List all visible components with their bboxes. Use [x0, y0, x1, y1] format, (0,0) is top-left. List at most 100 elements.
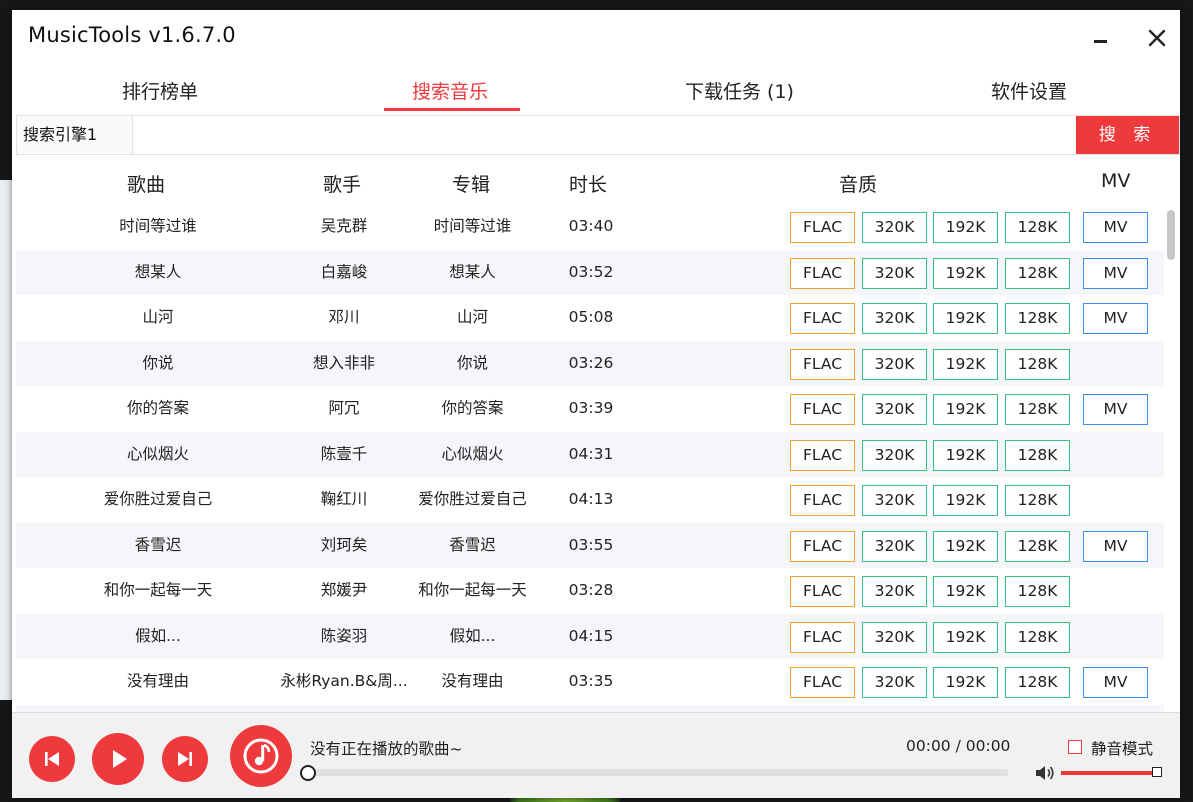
quality-128k-button[interactable]: 128K [1005, 439, 1070, 471]
column-header-quality: 音质 [839, 174, 878, 196]
search-engine-select[interactable]: 搜索引擎1 [17, 116, 133, 154]
album-cell: 香雪迟 [449, 535, 496, 554]
flac-button[interactable]: FLAC [790, 348, 855, 380]
previous-button[interactable] [29, 736, 75, 782]
quality-320k-button[interactable]: 320K [862, 667, 927, 698]
progress-track[interactable] [308, 769, 1008, 776]
quality-192k-button[interactable]: 192K [933, 621, 998, 653]
quality-320k-button[interactable]: 320K [862, 485, 927, 516]
quality-192k-button[interactable]: 192K [933, 439, 998, 471]
quality-320k-button[interactable]: 320K [862, 257, 927, 289]
search-input[interactable] [134, 116, 1074, 154]
table-row[interactable]: FLAC320K192K128K [16, 704, 1164, 712]
flac-button[interactable]: FLAC [790, 257, 855, 289]
quality-320k-button[interactable]: 320K [862, 394, 927, 425]
next-button[interactable] [162, 736, 208, 782]
album-cell: 想某人 [449, 262, 496, 281]
quality-128k-button[interactable]: 128K [1005, 303, 1070, 334]
table-row[interactable]: 假如... 陈姿羽 假如... 04:15 FLAC 320K 192K 128K [16, 613, 1164, 659]
flac-button[interactable]: FLAC [790, 576, 855, 607]
volume-handle[interactable] [1152, 767, 1162, 777]
table-row[interactable]: 香雪迟 刘珂矣 香雪迟 03:55 FLAC 320K 192K 128K MV [16, 522, 1164, 568]
table-row[interactable]: 想某人 白嘉峻 想某人 03:52 FLAC 320K 192K 128K MV [16, 249, 1164, 295]
volume-button[interactable] [1034, 763, 1056, 783]
quality-128k-button[interactable]: 128K [1005, 485, 1070, 516]
play-button[interactable] [92, 733, 144, 785]
table-row[interactable]: 和你一起每一天 郑媛尹 和你一起每一天 03:28 FLAC 320K 192K 128K [16, 568, 1164, 614]
duration-cell: 03:26 [568, 353, 614, 372]
time-display: 00:00 / 00:00 [906, 737, 1011, 755]
table-row[interactable]: 时间等过谁 吴克群 时间等过谁 03:40 FLAC 320K 192K 128K MV [16, 204, 1164, 250]
quality-192k-button[interactable]: 192K [933, 303, 998, 334]
table-row[interactable]: 没有理由 永彬Ryan.B&周... 没有理由 03:35 FLAC 320K 192K 12… [16, 659, 1164, 705]
flac-button[interactable]: FLAC [790, 394, 855, 425]
search-button[interactable]: 搜 索 [1076, 116, 1179, 154]
song-cell: 香雪迟 [134, 535, 182, 554]
quality-128k-button[interactable]: 128K [1005, 621, 1070, 653]
quality-192k-button[interactable]: 192K [933, 485, 998, 516]
flac-button[interactable]: FLAC [790, 530, 855, 562]
quality-320k-button[interactable]: 320K [862, 212, 927, 243]
mv-button[interactable]: MV [1083, 394, 1148, 425]
album-cover[interactable] [230, 725, 292, 787]
quality-128k-button[interactable]: 128K [1005, 667, 1070, 698]
player-bar: 没有正在播放的歌曲~ 00:00 / 00:00 静音模式 [12, 712, 1180, 798]
quality-128k-button[interactable]: 128K [1005, 257, 1070, 289]
quality-320k-button[interactable]: 320K [862, 530, 927, 562]
artist-cell: 刘珂矣 [320, 535, 368, 554]
quality-128k-button[interactable]: 128K [1005, 212, 1070, 243]
flac-button[interactable]: FLAC [790, 439, 855, 471]
scrollbar-thumb[interactable] [1167, 210, 1175, 260]
mv-button[interactable]: MV [1083, 667, 1148, 698]
table-row[interactable]: 爱你胜过爱自己 鞠红川 爱你胜过爱自己 04:13 FLAC 320K 192K 128K [16, 477, 1164, 523]
quality-320k-button[interactable]: 320K [862, 348, 927, 380]
close-icon [1148, 29, 1166, 47]
table-row[interactable]: 你说 想入非非 你说 03:26 FLAC 320K 192K 128K [16, 340, 1164, 386]
table-row[interactable]: 心似烟火 陈壹千 心似烟火 04:31 FLAC 320K 192K 128K [16, 431, 1164, 477]
tab-search[interactable]: 搜索音乐 [412, 77, 488, 104]
mute-checkbox[interactable] [1068, 740, 1082, 754]
quality-192k-button[interactable]: 192K [933, 576, 998, 607]
mv-button[interactable]: MV [1083, 212, 1148, 243]
flac-button[interactable]: FLAC [790, 485, 855, 516]
duration-cell: 03:28 [568, 581, 614, 599]
minimize-button[interactable] [1080, 22, 1120, 54]
mv-button[interactable]: MV [1083, 257, 1148, 289]
quality-320k-button[interactable]: 320K [862, 439, 927, 471]
table-row[interactable]: 山河 邓川 山河 05:08 FLAC 320K 192K 128K MV [16, 295, 1164, 341]
quality-192k-button[interactable]: 192K [933, 530, 998, 562]
vertical-scrollbar[interactable] [1166, 204, 1178, 712]
quality-128k-button[interactable]: 128K [1005, 530, 1070, 562]
column-header-album: 专辑 [452, 174, 491, 196]
flac-button[interactable]: FLAC [790, 212, 855, 243]
mv-button[interactable]: MV [1083, 530, 1148, 562]
quality-192k-button[interactable]: 192K [933, 257, 998, 289]
column-header-song: 歌曲 [127, 174, 166, 196]
flac-button[interactable]: FLAC [790, 303, 855, 334]
quality-192k-button[interactable]: 192K [933, 348, 998, 380]
tab-settings[interactable]: 软件设置 [991, 77, 1067, 104]
quality-192k-button[interactable]: 192K [933, 667, 998, 698]
quality-192k-button[interactable]: 192K [933, 212, 998, 243]
song-cell: 想某人 [134, 262, 182, 281]
quality-128k-button[interactable]: 128K [1005, 394, 1070, 425]
quality-320k-button[interactable]: 320K [862, 576, 927, 607]
tab-downloads[interactable]: 下载任务 (1) [685, 77, 794, 104]
flac-button[interactable]: FLAC [790, 667, 855, 698]
quality-320k-button[interactable]: 320K [862, 621, 927, 653]
mv-button[interactable]: MV [1083, 303, 1148, 334]
progress-handle[interactable] [300, 765, 316, 781]
quality-320k-button[interactable]: 320K [862, 303, 927, 334]
quality-128k-button[interactable]: 128K [1005, 348, 1070, 380]
table-row[interactable]: 你的答案 阿冗 你的答案 03:39 FLAC 320K 192K 128K MV [16, 386, 1164, 432]
close-button[interactable] [1137, 20, 1177, 56]
tab-charts[interactable]: 排行榜单 [122, 77, 198, 104]
quality-128k-button[interactable]: 128K [1005, 576, 1070, 607]
album-cell: 假如... [449, 626, 496, 645]
volume-slider[interactable] [1061, 771, 1157, 775]
album-cell: 山河 [456, 308, 488, 326]
artist-cell: 陈姿羽 [320, 626, 368, 645]
flac-button[interactable]: FLAC [790, 621, 855, 653]
play-icon [113, 750, 127, 768]
quality-192k-button[interactable]: 192K [933, 394, 998, 425]
